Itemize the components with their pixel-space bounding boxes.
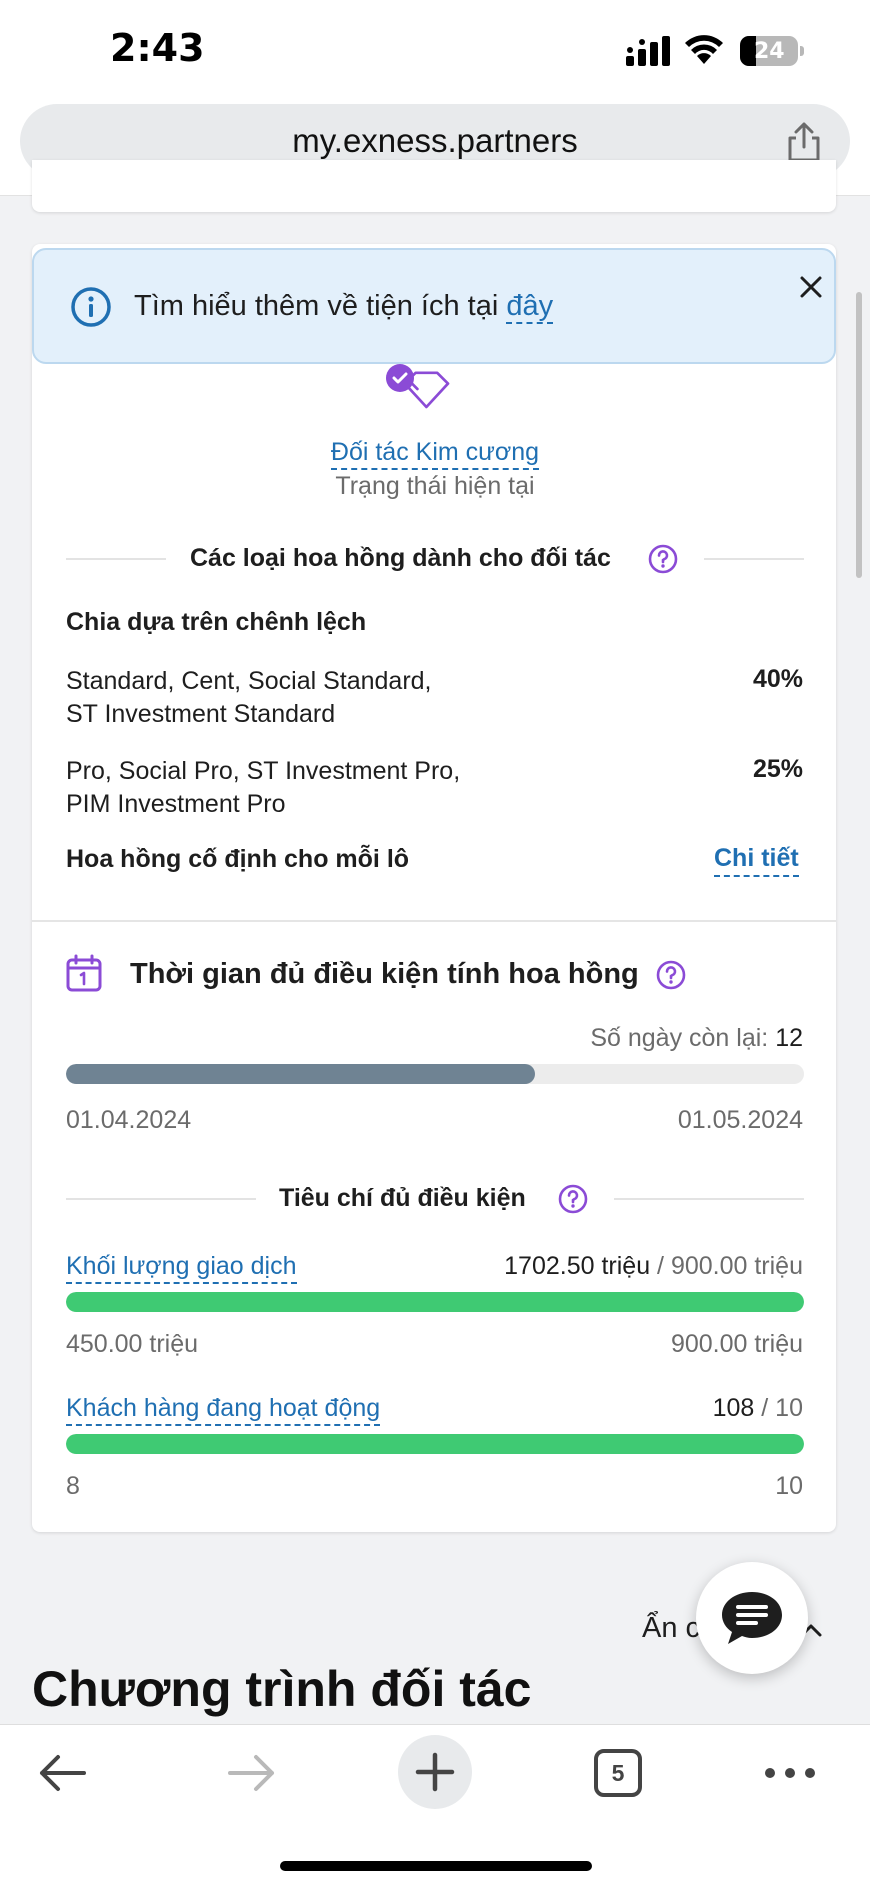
active-clients-progress-bar xyxy=(66,1434,804,1454)
divider xyxy=(66,1198,256,1200)
forward-icon[interactable] xyxy=(214,1737,286,1809)
spread-title: Chia dựa trên chênh lệch xyxy=(66,608,367,636)
plus-icon xyxy=(415,1752,455,1792)
info-link[interactable]: đây xyxy=(506,290,554,324)
commission-row-2-value: 25% xyxy=(752,755,803,783)
calendar-icon xyxy=(66,954,102,992)
previous-card xyxy=(32,160,836,212)
home-indicator xyxy=(280,1861,592,1871)
trading-volume-value: 1702.50 triệu / 900.00 triệu xyxy=(504,1252,803,1280)
info-banner: Tìm hiểu thêm về tiện ích tại đây xyxy=(32,248,836,364)
active-clients-value: 108 / 10 xyxy=(712,1394,803,1422)
period-title: Thời gian đủ điều kiện tính hoa hồng xyxy=(130,958,639,990)
period-end-date: 01.05.2024 xyxy=(677,1106,803,1134)
active-clients-progress-fill xyxy=(66,1434,804,1454)
hide-toggle-label[interactable]: Ẩn c xyxy=(642,1612,700,1645)
active-clients-max: 10 xyxy=(775,1472,803,1500)
more-icon[interactable] xyxy=(754,1737,826,1809)
wifi-icon xyxy=(685,35,723,64)
help-icon[interactable] xyxy=(558,1184,588,1214)
divider xyxy=(66,558,166,560)
trading-volume-progress-bar xyxy=(66,1292,804,1312)
close-icon[interactable] xyxy=(794,270,828,304)
commission-title: Các loại hoa hồng dành cho đối tác xyxy=(190,544,611,572)
period-start-date: 01.04.2024 xyxy=(66,1106,192,1134)
tabs-button[interactable]: 5 xyxy=(594,1749,642,1797)
details-link[interactable]: Chi tiết xyxy=(714,844,799,877)
trading-volume-progress-fill xyxy=(66,1292,804,1312)
status-time: 2:43 xyxy=(110,26,205,70)
scrollbar[interactable] xyxy=(856,292,862,578)
battery-icon: 24 xyxy=(740,36,804,66)
new-tab-button[interactable] xyxy=(398,1735,472,1809)
tier-name[interactable]: Đối tác Kim cương xyxy=(0,438,870,470)
commission-row-1-value: 40% xyxy=(752,665,803,693)
card-separator xyxy=(32,920,836,922)
share-icon[interactable] xyxy=(782,120,826,164)
period-progress-fill xyxy=(66,1064,535,1084)
active-clients-link[interactable]: Khách hàng đang hoạt động xyxy=(66,1394,381,1426)
back-icon[interactable] xyxy=(28,1737,100,1809)
chat-button[interactable] xyxy=(696,1562,808,1674)
cellular-signal-icon xyxy=(626,36,670,66)
commission-row-2-label: Pro, Social Pro, ST Investment Pro, PIM … xyxy=(66,757,461,818)
status-bar: 2:43 24 xyxy=(0,0,870,100)
trading-volume-min: 450.00 triệu xyxy=(66,1330,199,1358)
period-progress-bar xyxy=(66,1064,804,1084)
info-text: Tìm hiểu thêm về tiện ích tại đây xyxy=(134,290,554,324)
commission-row-1-label: Standard, Cent, Social Standard, ST Inve… xyxy=(66,667,432,728)
help-icon[interactable] xyxy=(648,544,678,574)
battery-level: 24 xyxy=(754,39,785,64)
divider xyxy=(704,558,804,560)
url-text: my.exness.partners xyxy=(292,122,578,159)
chat-icon xyxy=(722,1592,782,1644)
fixed-commission-label: Hoa hồng cố định cho mỗi lô xyxy=(66,845,410,873)
criteria-title: Tiêu chí đủ điều kiện xyxy=(279,1184,526,1212)
browser-toolbar: 5 xyxy=(0,1724,870,1883)
tier-status: Trạng thái hiện tại xyxy=(335,472,535,500)
info-icon xyxy=(71,287,111,327)
help-icon[interactable] xyxy=(656,960,686,990)
active-clients-min: 8 xyxy=(66,1472,80,1500)
diamond-badge-icon xyxy=(386,364,450,409)
trading-volume-max: 900.00 triệu xyxy=(670,1330,803,1358)
partner-program-title: Chương trình đối tác xyxy=(32,1661,532,1717)
trading-volume-link[interactable]: Khối lượng giao dịch xyxy=(66,1252,297,1284)
days-left-value: 12 xyxy=(775,1024,803,1052)
days-left: Số ngày còn lại: 12 xyxy=(590,1024,803,1052)
info-text-label: Tìm hiểu thêm về tiện ích tại xyxy=(134,290,499,322)
divider xyxy=(614,1198,804,1200)
